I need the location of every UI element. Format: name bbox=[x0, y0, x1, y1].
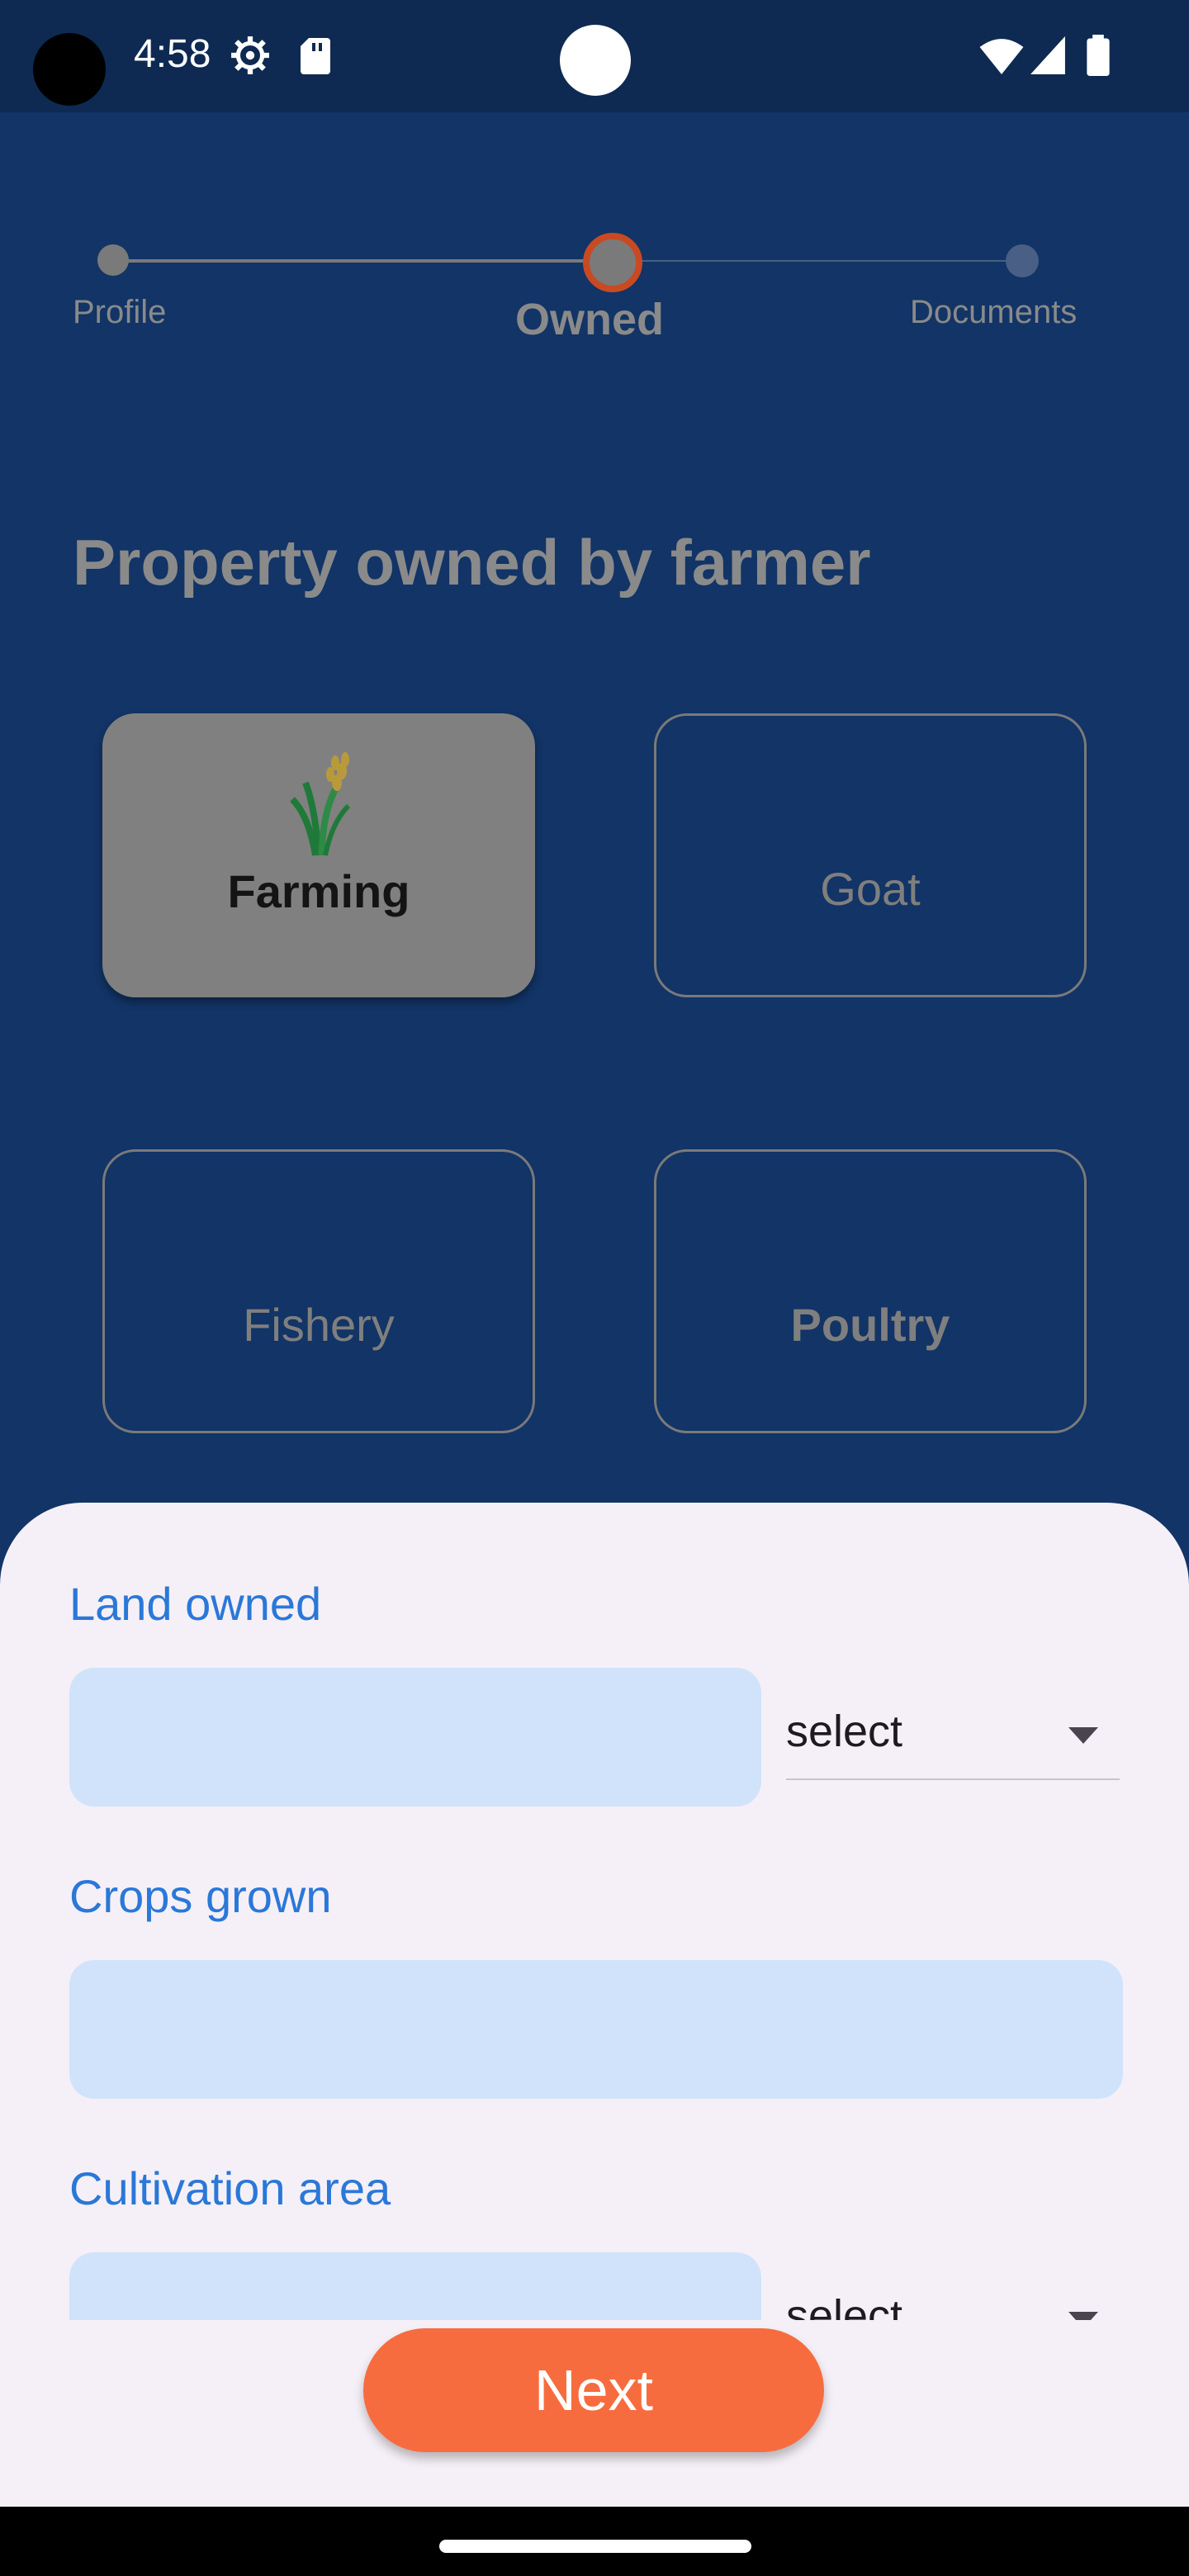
next-button[interactable]: Next bbox=[363, 2328, 824, 2452]
step-label-profile[interactable]: Profile bbox=[73, 294, 166, 331]
step-dot-profile[interactable] bbox=[97, 244, 129, 276]
category-card-poultry[interactable]: Poultry bbox=[654, 1149, 1087, 1433]
category-label-goat: Goat bbox=[820, 863, 921, 915]
land-owned-unit-select[interactable]: select bbox=[786, 1689, 1120, 1780]
signal-icon bbox=[1030, 36, 1065, 74]
crops-grown-input[interactable] bbox=[69, 1960, 1123, 2099]
gear-icon bbox=[231, 36, 269, 74]
category-card-goat[interactable]: Goat bbox=[654, 713, 1087, 997]
chevron-down-icon bbox=[1068, 1727, 1098, 1744]
status-bar: 4:58 bbox=[0, 0, 1189, 112]
stepper-line-done bbox=[112, 259, 611, 263]
page-title: Property owned by farmer bbox=[73, 526, 871, 599]
category-label-farming: Farming bbox=[227, 865, 410, 917]
wifi-icon bbox=[979, 39, 1024, 74]
status-time: 4:58 bbox=[134, 32, 211, 76]
crops-grown-label: Crops grown bbox=[69, 1870, 332, 1922]
camera-cutout bbox=[33, 33, 106, 106]
front-sensor bbox=[560, 25, 631, 96]
step-dot-owned[interactable] bbox=[583, 233, 642, 292]
category-card-farming[interactable]: Farming bbox=[102, 713, 535, 997]
category-card-fishery[interactable]: Fishery bbox=[102, 1149, 535, 1433]
battery-icon bbox=[1087, 35, 1110, 76]
category-label-fishery: Fishery bbox=[243, 1299, 395, 1351]
land-owned-input[interactable] bbox=[69, 1668, 761, 1807]
wheat-icon bbox=[290, 752, 351, 856]
cultivation-area-label: Cultivation area bbox=[69, 2162, 391, 2214]
stepper-line-todo bbox=[611, 260, 1024, 262]
step-label-owned[interactable]: Owned bbox=[515, 294, 664, 345]
step-dot-documents[interactable] bbox=[1006, 244, 1039, 277]
sd-card-icon bbox=[301, 38, 330, 74]
category-label-poultry: Poultry bbox=[790, 1299, 950, 1351]
land-owned-label: Land owned bbox=[69, 1578, 322, 1630]
home-gesture-handle[interactable] bbox=[439, 2540, 751, 2553]
step-label-documents[interactable]: Documents bbox=[910, 294, 1077, 331]
land-owned-unit-value: select bbox=[786, 1707, 903, 1756]
